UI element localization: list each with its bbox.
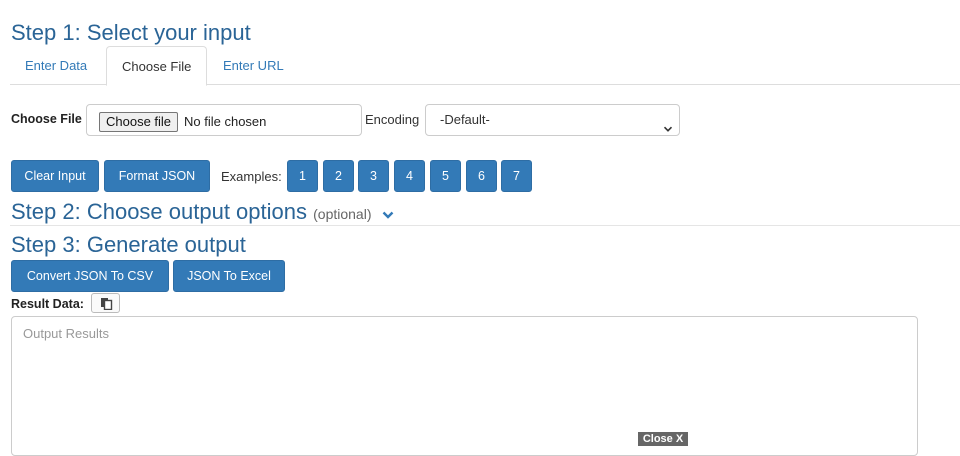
tab-enter-data[interactable]: Enter Data	[10, 46, 102, 85]
chevron-down-icon	[663, 115, 673, 145]
example-button-1[interactable]: 1	[287, 160, 318, 192]
tab-enter-url[interactable]: Enter URL	[208, 46, 299, 85]
output-placeholder: Output Results	[23, 326, 109, 341]
example-button-5[interactable]: 5	[430, 160, 461, 192]
copy-icon	[101, 298, 113, 310]
example-button-2[interactable]: 2	[323, 160, 354, 192]
example-button-3[interactable]: 3	[358, 160, 389, 192]
choose-file-button[interactable]: Choose file	[99, 112, 179, 132]
encoding-selected-value: -Default-	[440, 112, 490, 127]
close-overlay-button[interactable]: Close X	[638, 432, 688, 446]
result-data-label: Result Data:	[11, 297, 84, 311]
clear-input-button[interactable]: Clear Input	[11, 160, 99, 192]
examples-label: Examples:	[221, 169, 282, 184]
example-button-6[interactable]: 6	[466, 160, 497, 192]
file-status-text: No file chosen	[184, 114, 267, 129]
optional-label: (optional)	[313, 206, 372, 222]
example-button-4[interactable]: 4	[394, 160, 425, 192]
tab-choose-file[interactable]: Choose File	[106, 46, 208, 86]
copy-button[interactable]	[91, 293, 120, 313]
output-results-textarea[interactable]: Output Results	[11, 316, 918, 456]
step2-title: Step 2: Choose output options	[11, 199, 307, 224]
encoding-select[interactable]: -Default-	[425, 104, 680, 136]
example-button-7[interactable]: 7	[501, 160, 532, 192]
convert-json-to-csv-button[interactable]: Convert JSON To CSV	[11, 260, 169, 292]
encoding-label: Encoding	[365, 112, 420, 127]
section-divider	[10, 225, 960, 226]
step1-heading: Step 1: Select your input	[11, 20, 251, 45]
step2-heading[interactable]: Step 2: Choose output options (optional)	[11, 199, 394, 227]
step3-heading: Step 3: Generate output	[11, 232, 246, 257]
format-json-button[interactable]: Format JSON	[104, 160, 210, 192]
json-to-excel-button[interactable]: JSON To Excel	[173, 260, 285, 292]
chevron-down-icon[interactable]	[382, 200, 394, 226]
file-input[interactable]: Choose file No file chosen	[86, 104, 362, 136]
input-tabs: Enter Data Choose File Enter URL	[10, 46, 960, 86]
choose-file-label: Choose File	[11, 112, 82, 126]
